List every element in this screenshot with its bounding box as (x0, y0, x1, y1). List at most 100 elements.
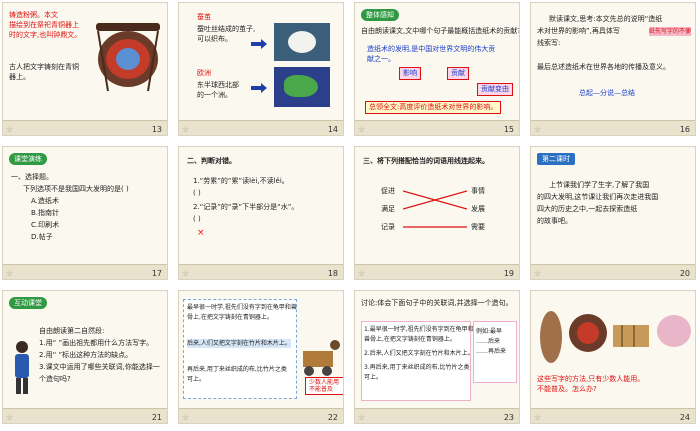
slide-21[interactable]: 互动课堂 自由朗读第二自然段: 1.用“ ”画出祖先都用什么方法写字。 2.用“… (2, 290, 168, 424)
option-c: C.印刷术 (31, 221, 60, 229)
slide-text: 最早很一时学,祖先们没有字到在龟甲和兽 (187, 304, 297, 311)
word-left-1: 促进 (381, 187, 395, 195)
structure-summary: 总起—分说—总结 (579, 89, 635, 97)
star-icon: ☆ (182, 413, 190, 422)
slide-text: 最后总述造纸术在世界各地的传播及意义。 (537, 63, 670, 71)
bamboo-slips-image (613, 325, 649, 347)
slide-text: 再后来,用丁来丝织成的布,比竹片之类 (187, 366, 287, 373)
slide-text: 这些写字的方法,只有少数人能用。 (537, 375, 645, 383)
slide-text: 铸造粉粥。本文 (9, 11, 58, 19)
slide-footer: ☆ 20 (531, 264, 695, 279)
star-icon: ☆ (6, 413, 14, 422)
arrow-right-icon (251, 83, 267, 93)
slide-text: 造纸术的发明,是中国对世界文明的伟大贡 (367, 45, 496, 53)
label-contribution: 贡献 (447, 67, 469, 80)
highlight-text: 纸先写字的不便 (649, 27, 692, 36)
slide-text: 上节课我们学了生字,了解了我国 (549, 181, 650, 189)
slide-text: 献之一。 (367, 55, 395, 63)
word-left-2: 满足 (381, 205, 395, 213)
slide-text: 古人把文字铸刻在青铜 (9, 63, 79, 71)
slide-footer: ☆ 23 (355, 408, 519, 423)
slide-text: 的一个洲。 (197, 91, 232, 99)
summary-box: 总领全文:高度评价造纸术对世界的影响。 (365, 101, 502, 114)
slide-text: 默读课文,思考:本文先总的说明“造纸 (549, 15, 663, 23)
slide-text: 兽骨上,在把文字铸刻在青铜器上。 (364, 336, 456, 343)
section-badge: 第二课时 (537, 153, 575, 165)
slide-14[interactable]: 蚕茧 蚕吐丝结成的茧子, 可以织布。 欧洲 东半球西北部 的一个洲。 ☆ 14 (178, 2, 344, 136)
oracle-bone-image (540, 311, 562, 363)
slide-18[interactable]: 二、判断对错。 1.“劳累”的“累”读lèi,不读lěi。 ( ) 2.“记录”… (178, 146, 344, 280)
slide-19[interactable]: 三、将下列搭配恰当的词语用线连起来。 促进 满足 记录 事情 发展 需要 ☆ 1… (354, 146, 520, 280)
slide-text: 个造句吗? (39, 375, 71, 383)
slide-text: 骨上,在把文字铸刻在青铜器上。 (187, 314, 273, 321)
slide-16[interactable]: 默读课文,思考:本文先总的说明“造纸 术对世界的影响”,再具体写 纸先写字的不便… (530, 2, 696, 136)
slide-number: 13 (151, 125, 162, 134)
option-d: D.帖子 (31, 233, 53, 241)
slide-number: 20 (679, 269, 690, 278)
slide-text: 的四大发明,这节课让我们再次走进我国 (537, 193, 659, 201)
slide-footer: ☆ 14 (179, 120, 343, 135)
slide-20[interactable]: 第二课时 上节课我们学了生字,了解了我国 的四大发明,这节课让我们再次走进我国 … (530, 146, 696, 280)
slide-text: 可以织布。 (197, 35, 232, 43)
slide-23[interactable]: 讨论:体会下面句子中的关联词,并选择一个造句。 1.最早很一时学,祖先们没有字到… (354, 290, 520, 424)
slide-17[interactable]: 课堂演练 一、选择题。 下列选项不是我国四大发明的是( ) A.造纸术 B.指南… (2, 146, 168, 280)
slide-text: 可上。 (187, 376, 206, 383)
slide-footer: ☆ 18 (179, 264, 343, 279)
slide-text: 1.用“ ”画出祖先都用什么方法写字。 (39, 339, 154, 347)
bronze-vessel-image (96, 23, 160, 92)
example-text: 例如:最早 (476, 328, 503, 335)
example-text: ……再后来 (476, 348, 507, 355)
callout-label: 少数人能用不能普及 (305, 377, 343, 395)
slide-text: 一、选择题。 (11, 173, 53, 181)
slide-number: 14 (327, 125, 338, 134)
slide-15[interactable]: 整体感知 自由朗读课文,文中哪个句子最能概括造纸术的贡献? 造纸术的发明,是中国… (354, 2, 520, 136)
star-icon: ☆ (6, 269, 14, 278)
slide-text: 可上。 (364, 374, 383, 381)
teacher-figure-image (15, 341, 29, 394)
slide-text: 后来,人们又把文字刻在竹片和木片上。 (187, 339, 291, 348)
cart-illustration-image (303, 340, 340, 376)
slide-text: 线索写: (537, 39, 561, 47)
slide-text: 蚕吐丝结成的茧子, (197, 25, 256, 33)
star-icon: ☆ (534, 413, 542, 422)
slide-22[interactable]: 最早很一时学,祖先们没有字到在龟甲和兽 骨上,在把文字铸刻在青铜器上。 后来,人… (178, 290, 344, 424)
cocoon-image (274, 23, 330, 61)
slide-footer: ☆ 22 (179, 408, 343, 423)
answer-blank: ( ) (193, 215, 201, 223)
star-icon: ☆ (358, 269, 366, 278)
slide-footer: ☆ 21 (3, 408, 167, 423)
slide-text: 东半球西北部 (197, 81, 239, 89)
slide-text: 自由朗读第二自然段: (39, 327, 105, 335)
slide-footer: ☆ 16 (531, 120, 695, 135)
word-right-1: 事情 (471, 187, 485, 195)
slide-question: 讨论:体会下面句子中的关联词,并选择一个造句。 (361, 299, 513, 307)
slide-text: 时的文字,也叫钟鼎文。 (9, 31, 82, 39)
slide-number: 18 (327, 269, 338, 278)
slide-number: 24 (679, 413, 690, 422)
option-b: B.指南针 (31, 209, 60, 217)
slide-footer: ☆ 24 (531, 408, 695, 423)
section-badge: 整体感知 (361, 9, 399, 21)
slide-text: 3.再后来,用丁来丝织成的布,比竹片之类 (364, 364, 470, 371)
section-badge: 课堂演练 (9, 153, 47, 165)
slide-footer: ☆ 15 (355, 120, 519, 135)
slide-text: 器上。 (9, 73, 30, 81)
label-influence: 影响 (399, 67, 421, 80)
slide-number: 19 (503, 269, 514, 278)
slide-text: 的故事吧。 (537, 217, 572, 225)
slide-question: 自由朗读课文,文中哪个句子最能概括造纸术的贡献? (361, 27, 520, 35)
section-title: 三、将下列搭配恰当的词语用线连起来。 (363, 157, 489, 165)
star-icon: ☆ (182, 269, 190, 278)
slide-text: 2.后来,人们又把文字刻在竹片和木片上。 (364, 350, 474, 357)
term-silk: 蚕茧 (197, 13, 211, 21)
star-icon: ☆ (358, 125, 366, 134)
slide-footer: ☆ 17 (3, 264, 167, 279)
slide-24[interactable]: 这些写字的方法,只有少数人能用。 不能普及。怎么办? ☆ 24 (530, 290, 696, 424)
matching-lines (403, 190, 467, 228)
slide-text: 术对世界的影响”,再具体写 (537, 27, 620, 35)
slide-13[interactable]: 铸造粉粥。本文 描绘到在祭祀青铜器上 时的文字,也叫钟鼎文。 古人把文字铸刻在青… (2, 2, 168, 136)
label-contribution-source: 贡献变由 (477, 83, 513, 96)
slide-text: 描绘到在祭祀青铜器上 (9, 21, 79, 29)
slide-number: 22 (327, 413, 338, 422)
answer-blank: ( ) (193, 189, 201, 197)
